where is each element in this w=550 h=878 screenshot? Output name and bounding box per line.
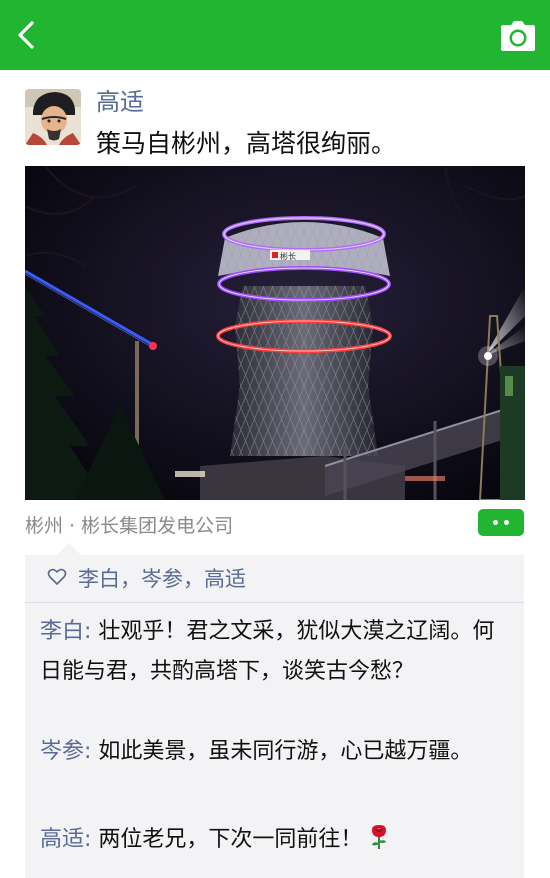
comment-author[interactable]: 高适 — [40, 827, 84, 852]
comment-item[interactable]: 李白: 壮观乎！君之文采，犹似大漠之辽阔。何日能与君，共酌高塔下，谈笑古今愁？ — [40, 612, 510, 692]
comment-author[interactable]: 李白 — [40, 619, 84, 644]
heart-icon — [47, 568, 67, 585]
avatar[interactable] — [25, 89, 81, 145]
dot-icon — [504, 520, 509, 525]
comment-author[interactable]: 岑参 — [40, 739, 84, 764]
author-name[interactable]: 高适 — [96, 86, 144, 118]
comment-text: 两位老兄，下次一同前往！ — [98, 827, 363, 852]
camera-icon[interactable] — [500, 20, 536, 52]
comment-text: 壮观乎！君之文采，犹似大漠之辽阔。何日能与君，共酌高塔下，谈笑古今愁？ — [40, 619, 495, 684]
likes-row: 李白，岑参，高适 — [25, 555, 524, 603]
svg-text:彬长: 彬长 — [280, 251, 296, 261]
location-link[interactable]: 彬州 · 彬长集团发电公司 — [25, 512, 233, 540]
top-bar — [0, 0, 550, 70]
comment-separator: : — [84, 619, 99, 644]
chevron-left-icon[interactable] — [10, 18, 44, 52]
comment-separator: : — [84, 827, 99, 852]
dot-icon — [493, 520, 498, 525]
post-text: 策马自彬州，高塔很绚丽。 — [96, 129, 397, 158]
comment-text: 如此美景，虽未同行游，心已越万疆。 — [98, 739, 473, 764]
pointer-arrow — [57, 543, 81, 555]
comment-item[interactable]: 高适: 两位老兄，下次一同前往！ — [40, 820, 510, 860]
likes-names[interactable]: 李白，岑参，高适 — [78, 564, 246, 594]
rose-icon — [372, 825, 387, 849]
post-photo[interactable]: 彬长 — [25, 166, 525, 500]
comment-item[interactable]: 岑参: 如此美景，虽未同行游，心已越万疆。 — [40, 732, 510, 772]
comments-section: 李白，岑参，高适 李白: 壮观乎！君之文采，犹似大漠之辽阔。何日能与君，共酌高塔… — [25, 543, 524, 878]
more-options-button[interactable] — [478, 509, 524, 536]
comment-separator: : — [84, 739, 99, 764]
